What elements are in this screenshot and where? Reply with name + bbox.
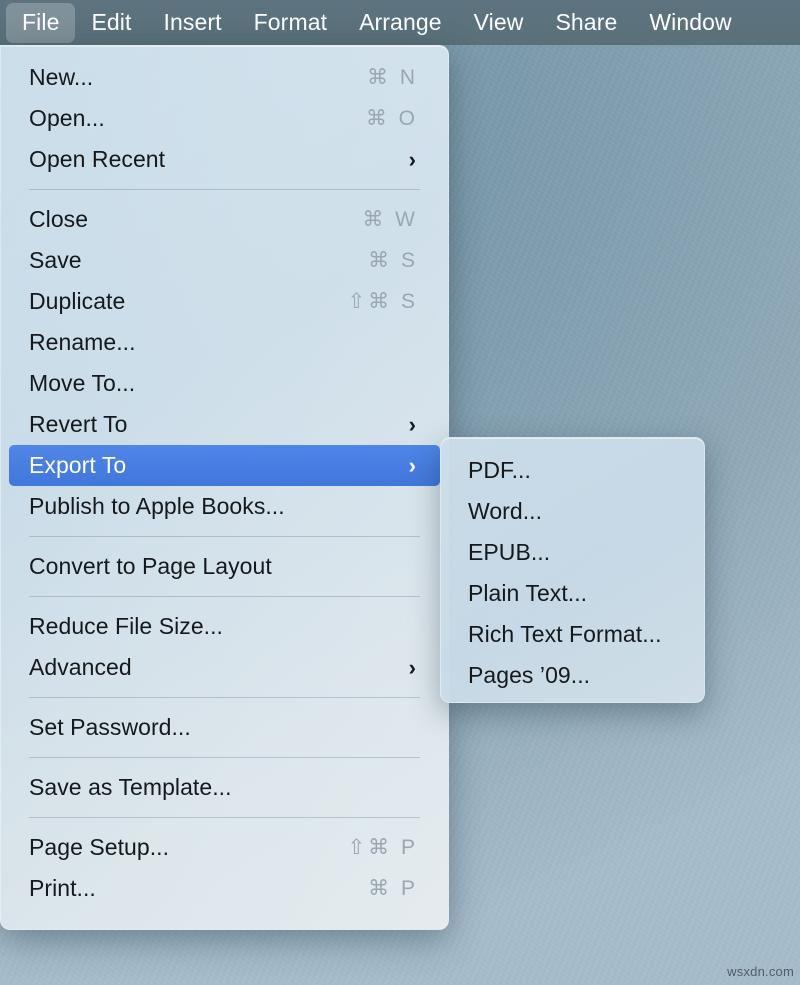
file-menu-item-label: Export To xyxy=(29,454,126,477)
file-menu-item-label: Open... xyxy=(29,107,105,130)
file-menu-item-page-setup[interactable]: Page Setup... ⇧⌘ P xyxy=(9,827,440,868)
file-menu-panel: New... ⌘ N Open... ⌘ O Open Recent › Close ⌘ W S… xyxy=(0,45,449,930)
file-menu-item-shortcut: ⌘ S xyxy=(368,248,420,273)
menubar-item-file[interactable]: File xyxy=(6,3,75,43)
chevron-right-icon: › xyxy=(409,455,420,477)
file-menu-item-duplicate[interactable]: Duplicate ⇧⌘ S xyxy=(9,281,440,322)
file-menu-item-label: Convert to Page Layout xyxy=(29,555,272,578)
file-menu-item-open[interactable]: Open... ⌘ O xyxy=(9,98,440,139)
export-submenu-item-label: PDF... xyxy=(468,459,531,482)
file-menu-item-export-to[interactable]: Export To › xyxy=(9,445,440,486)
file-menu-item-shortcut: ⌘ W xyxy=(362,207,420,232)
file-menu-item-label: Duplicate xyxy=(29,290,125,313)
file-menu-item-advanced[interactable]: Advanced › xyxy=(9,647,440,688)
menu-bar: FileEditInsertFormatArrangeViewShareWind… xyxy=(0,0,800,45)
export-submenu-item-rich-text-format[interactable]: Rich Text Format... xyxy=(448,614,697,655)
file-menu-item-publish-to-apple-books[interactable]: Publish to Apple Books... xyxy=(9,486,440,527)
desktop-background: FileEditInsertFormatArrangeViewShareWind… xyxy=(0,0,800,985)
file-menu-item-label: Print... xyxy=(29,877,96,900)
file-menu-separator xyxy=(29,596,420,597)
chevron-right-icon: › xyxy=(409,657,420,679)
menubar-item-edit[interactable]: Edit xyxy=(75,3,147,43)
menubar-item-share[interactable]: Share xyxy=(539,3,633,43)
file-menu-item-label: Rename... xyxy=(29,331,136,354)
file-menu-item-reduce-file-size[interactable]: Reduce File Size... xyxy=(9,606,440,647)
file-menu-item-label: Save xyxy=(29,249,82,272)
export-submenu-item-pages-09[interactable]: Pages ’09... xyxy=(448,655,697,696)
file-menu-item-shortcut: ⌘ P xyxy=(368,876,420,901)
file-menu-item-close[interactable]: Close ⌘ W xyxy=(9,199,440,240)
file-menu-item-move-to[interactable]: Move To... xyxy=(9,363,440,404)
file-menu-item-label: Set Password... xyxy=(29,716,191,739)
export-submenu-item-plain-text[interactable]: Plain Text... xyxy=(448,573,697,614)
file-menu-separator xyxy=(29,757,420,758)
file-menu-item-shortcut: ⇧⌘ P xyxy=(348,835,420,860)
chevron-right-icon: › xyxy=(409,149,420,171)
file-menu-item-save[interactable]: Save ⌘ S xyxy=(9,240,440,281)
file-menu-item-new[interactable]: New... ⌘ N xyxy=(9,57,440,98)
file-menu-item-print[interactable]: Print... ⌘ P xyxy=(9,868,440,909)
file-menu-item-shortcut: ⌘ O xyxy=(366,106,420,131)
file-menu-item-label: Move To... xyxy=(29,372,135,395)
file-menu-item-rename[interactable]: Rename... xyxy=(9,322,440,363)
export-submenu-item-word[interactable]: Word... xyxy=(448,491,697,532)
chevron-right-icon: › xyxy=(409,414,420,436)
file-menu-separator xyxy=(29,817,420,818)
file-menu-separator xyxy=(29,189,420,190)
file-menu-item-label: Reduce File Size... xyxy=(29,615,223,638)
menubar-item-arrange[interactable]: Arrange xyxy=(343,3,458,43)
export-submenu-item-label: Word... xyxy=(468,500,542,523)
file-menu-item-convert-to-page-layout[interactable]: Convert to Page Layout xyxy=(9,546,440,587)
export-submenu-item-epub[interactable]: EPUB... xyxy=(448,532,697,573)
file-menu-separator xyxy=(29,697,420,698)
export-submenu-item-label: EPUB... xyxy=(468,541,550,564)
file-menu-item-label: Open Recent xyxy=(29,148,165,171)
watermark-label: wsxdn.com xyxy=(727,964,794,979)
file-menu-item-label: Advanced xyxy=(29,656,132,679)
export-to-submenu-panel: PDF... Word... EPUB... Plain Text... Rich Te… xyxy=(440,437,705,703)
menubar-item-view[interactable]: View xyxy=(458,3,540,43)
file-menu-item-label: Save as Template... xyxy=(29,776,232,799)
menubar-item-format[interactable]: Format xyxy=(238,3,343,43)
file-menu-item-set-password[interactable]: Set Password... xyxy=(9,707,440,748)
file-menu-item-label: Close xyxy=(29,208,88,231)
file-menu-item-label: Publish to Apple Books... xyxy=(29,495,285,518)
file-menu-item-label: Page Setup... xyxy=(29,836,169,859)
file-menu-item-shortcut: ⇧⌘ S xyxy=(348,289,420,314)
file-menu-separator xyxy=(29,536,420,537)
file-menu-item-label: Revert To xyxy=(29,413,127,436)
export-submenu-item-pdf[interactable]: PDF... xyxy=(448,450,697,491)
menubar-item-insert[interactable]: Insert xyxy=(148,3,238,43)
file-menu-item-shortcut: ⌘ N xyxy=(367,65,420,90)
file-menu-item-label: New... xyxy=(29,66,93,89)
export-submenu-item-label: Rich Text Format... xyxy=(468,623,662,646)
file-menu-item-open-recent[interactable]: Open Recent › xyxy=(9,139,440,180)
export-submenu-item-label: Plain Text... xyxy=(468,582,587,605)
file-menu-item-revert-to[interactable]: Revert To › xyxy=(9,404,440,445)
file-menu-item-save-as-template[interactable]: Save as Template... xyxy=(9,767,440,808)
export-submenu-item-label: Pages ’09... xyxy=(468,664,590,687)
menubar-item-window[interactable]: Window xyxy=(633,3,747,43)
